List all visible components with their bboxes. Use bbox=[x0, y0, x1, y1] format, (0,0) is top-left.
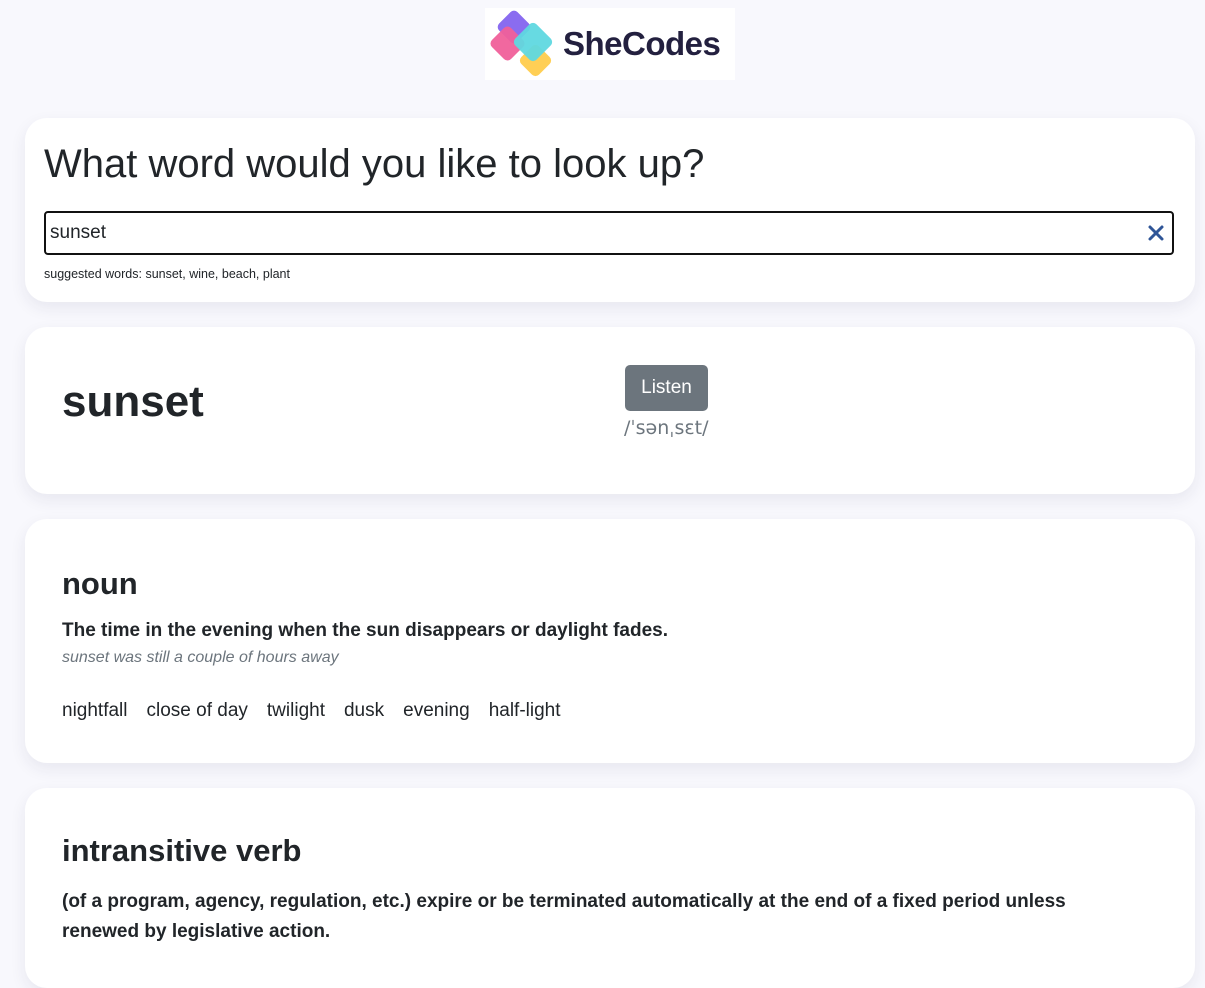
synonym-item[interactable]: evening bbox=[403, 700, 470, 722]
shecodes-logo: SheCodes bbox=[485, 8, 735, 80]
part-of-speech: intransitive verb bbox=[62, 833, 302, 868]
synonym-item[interactable]: nightfall bbox=[62, 700, 128, 722]
synonym-item[interactable]: close of day bbox=[147, 700, 248, 722]
word-card: sunset Listen /ˈsənˌsɛt/ bbox=[25, 327, 1195, 494]
part-of-speech: noun bbox=[62, 566, 138, 601]
example: sunset was still a couple of hours away bbox=[62, 649, 339, 666]
logo-text: SheCodes bbox=[563, 25, 721, 62]
synonym-item[interactable]: twilight bbox=[267, 700, 325, 722]
synonyms-list: nightfall close of day twilight dusk eve… bbox=[62, 700, 561, 722]
search-input[interactable] bbox=[50, 215, 1130, 251]
definition: (of a program, agency, regulation, etc.)… bbox=[62, 891, 1066, 942]
meaning-card-verb: intransitive verb (of a program, agency,… bbox=[25, 788, 1195, 988]
search-card: What word would you like to look up? sug… bbox=[25, 118, 1195, 302]
definition: The time in the evening when the sun dis… bbox=[62, 620, 669, 641]
listen-button[interactable]: Listen bbox=[625, 365, 708, 411]
word-title: sunset bbox=[62, 377, 204, 426]
search-title: What word would you like to look up? bbox=[44, 142, 705, 186]
synonym-item[interactable]: half-light bbox=[489, 700, 561, 722]
meaning-card-noun: noun The time in the evening when the su… bbox=[25, 519, 1195, 763]
phonetic-text: /ˈsənˌsɛt/ bbox=[624, 417, 709, 439]
suggested-words: suggested words: sunset, wine, beach, pl… bbox=[44, 267, 290, 281]
shecodes-logo-icon bbox=[490, 10, 553, 77]
close-icon[interactable] bbox=[1146, 223, 1166, 243]
search-box[interactable] bbox=[44, 211, 1174, 255]
synonym-item[interactable]: dusk bbox=[344, 700, 384, 722]
